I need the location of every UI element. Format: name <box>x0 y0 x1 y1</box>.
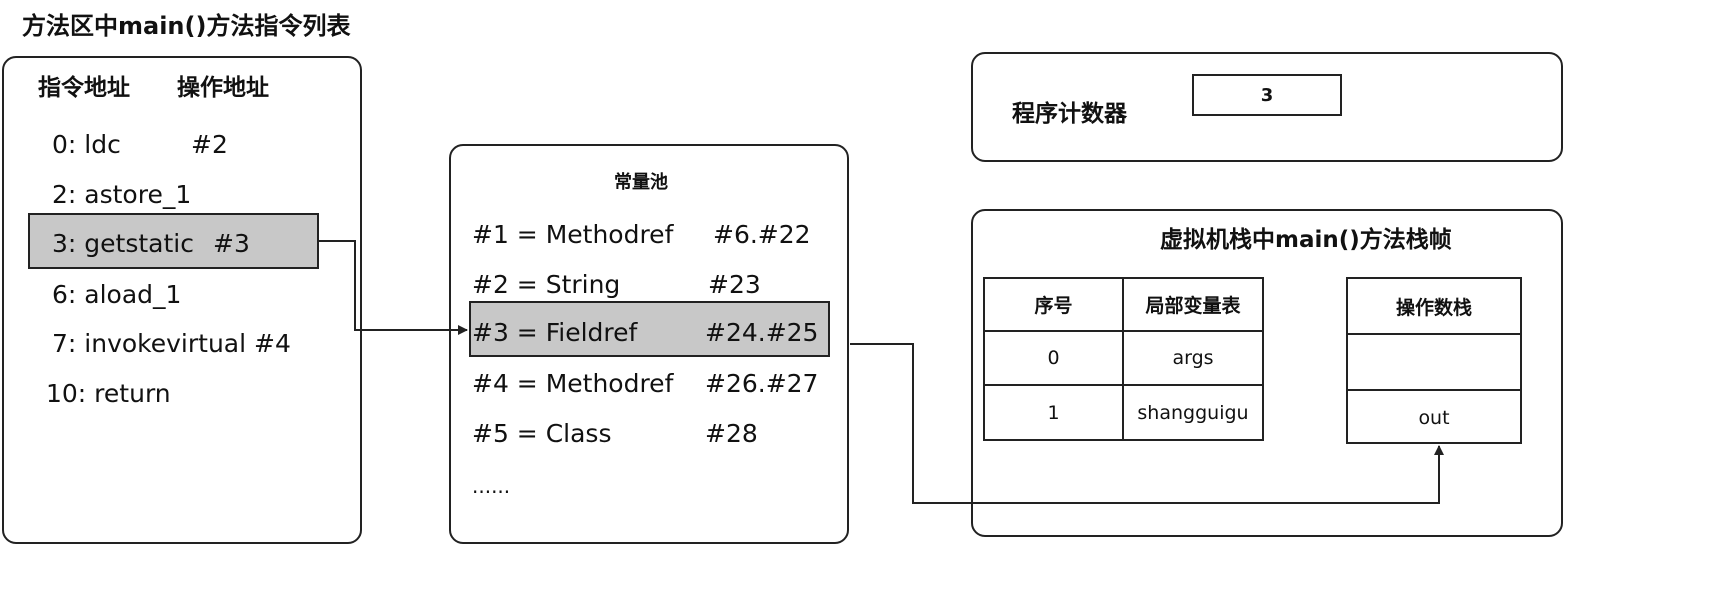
connector-arrows <box>319 240 1444 504</box>
arrow-constant-to-operand-stack <box>850 343 1444 504</box>
arrow-instruction-to-constant <box>319 240 468 335</box>
